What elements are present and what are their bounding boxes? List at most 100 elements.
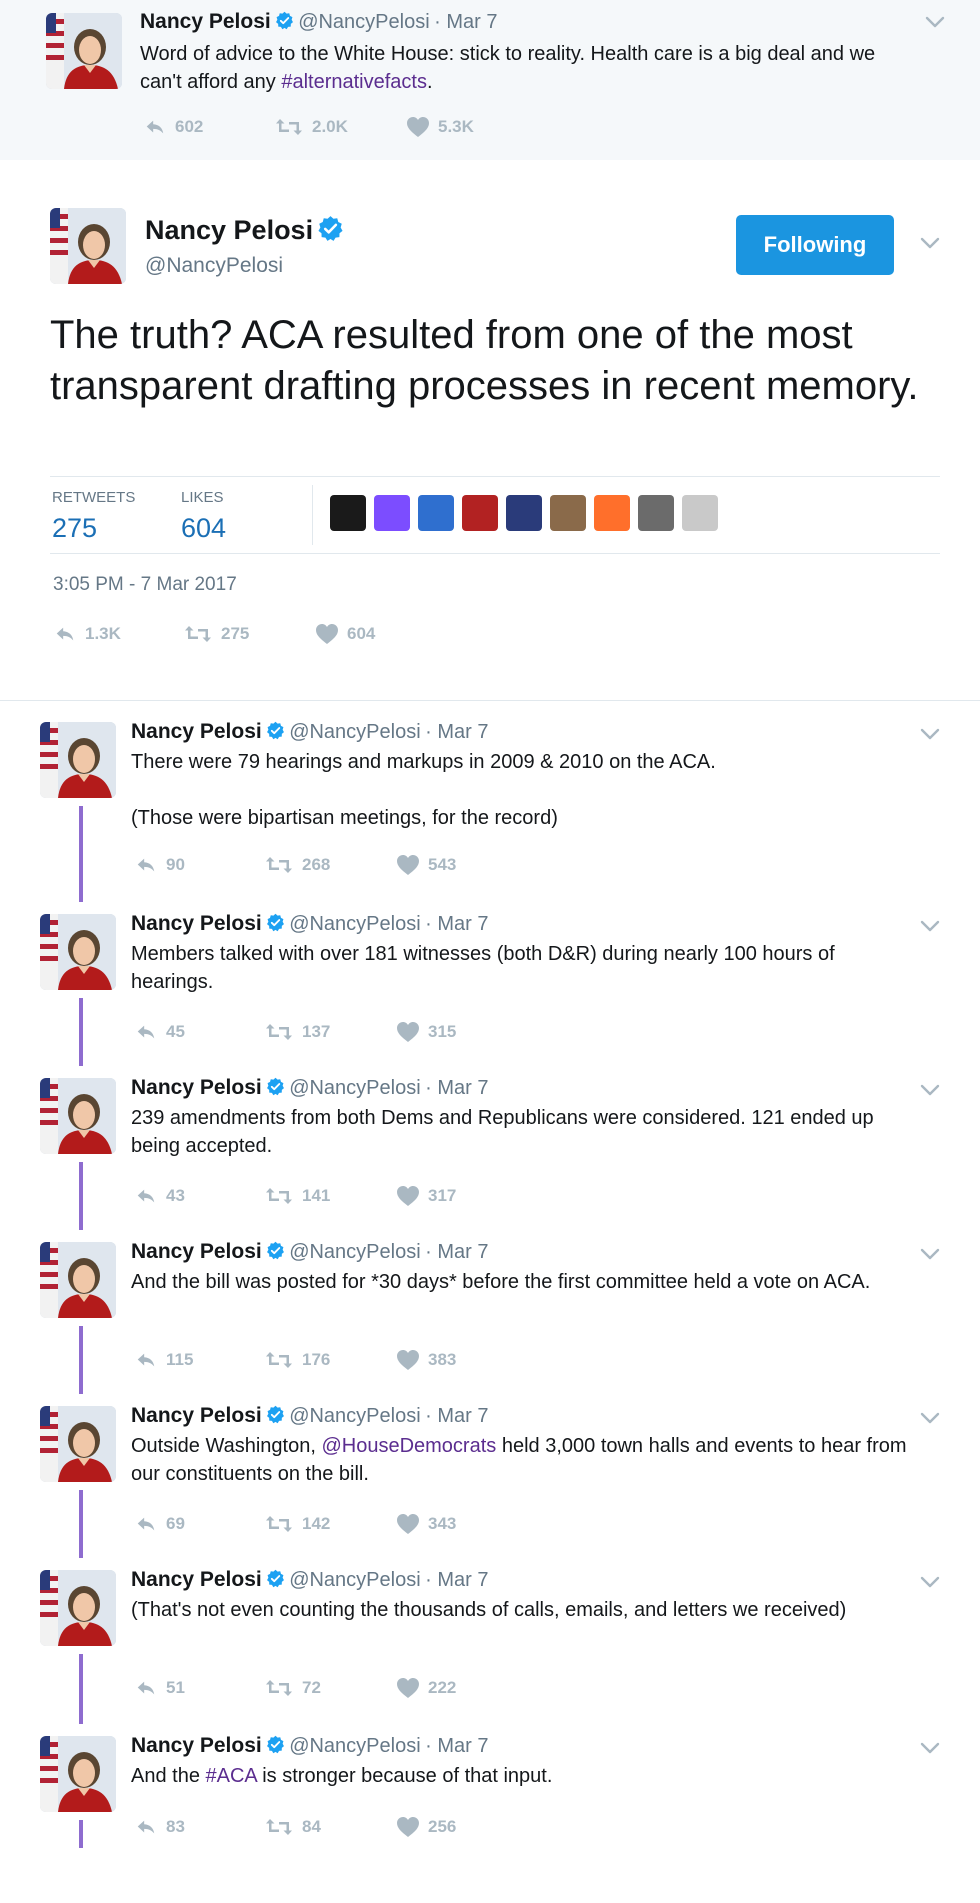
author-handle[interactable]: @NancyPelosi (298, 11, 429, 33)
chevron-down-icon[interactable] (920, 1084, 940, 1096)
author-name[interactable]: Nancy Pelosi (131, 1568, 262, 1591)
chevron-down-icon[interactable] (920, 1742, 940, 1754)
thread-tweet[interactable]: Nancy Pelosi @NancyPelosi · Mar 7 There w… (0, 720, 980, 902)
reply-button[interactable]: 90 (134, 854, 264, 876)
thread-tweet[interactable]: Nancy Pelosi @NancyPelosi · Mar 7 And the… (0, 1734, 980, 1894)
tweet-date[interactable]: · Mar 7 (425, 1405, 488, 1427)
liker-avatar[interactable] (682, 495, 718, 531)
tweet-date[interactable]: · Mar 7 (425, 913, 488, 935)
reply-button[interactable]: 69 (134, 1513, 264, 1535)
author-handle[interactable]: @NancyPelosi (289, 1735, 420, 1757)
tweet-date[interactable]: · Mar 7 (425, 721, 488, 743)
previous-tweet[interactable]: Nancy Pelosi @NancyPelosi · Mar 7 Word o… (0, 0, 980, 161)
author-avatar[interactable] (40, 914, 116, 990)
author-avatar[interactable] (40, 1242, 116, 1318)
like-button[interactable]: 222 (396, 1677, 456, 1699)
tweet-text: Outside Washington, @HouseDemocrats held… (131, 1432, 911, 1488)
retweet-button[interactable]: 84 (264, 1817, 396, 1837)
like-button[interactable]: 543 (396, 854, 456, 876)
thread-tweet[interactable]: Nancy Pelosi @NancyPelosi · Mar 7 (That's… (0, 1568, 980, 1728)
tweet-date[interactable]: · Mar 7 (425, 1569, 488, 1591)
like-button[interactable]: 604 (315, 623, 375, 645)
author-avatar[interactable] (46, 13, 122, 89)
reply-icon (134, 1513, 158, 1535)
retweet-button[interactable]: 2.0K (274, 117, 406, 137)
liker-avatar[interactable] (462, 495, 498, 531)
like-button[interactable]: 383 (396, 1349, 456, 1371)
tweet-date[interactable]: · Mar 7 (425, 1241, 488, 1263)
liker-avatar[interactable] (550, 495, 586, 531)
tweet-date[interactable]: · Mar 7 (425, 1077, 488, 1099)
like-button[interactable]: 256 (396, 1816, 456, 1838)
liker-avatar[interactable] (330, 495, 366, 531)
retweet-button[interactable]: 72 (264, 1678, 396, 1698)
author-avatar[interactable] (40, 1736, 116, 1812)
following-button[interactable]: Following (736, 215, 894, 275)
author-name[interactable]: Nancy Pelosi (131, 912, 262, 935)
author-handle[interactable]: @NancyPelosi (289, 913, 420, 935)
retweet-button[interactable]: 176 (264, 1350, 396, 1370)
reply-button[interactable]: 45 (134, 1021, 264, 1043)
liker-avatar[interactable] (506, 495, 542, 531)
chevron-down-icon[interactable] (920, 1248, 940, 1260)
chevron-down-icon[interactable] (920, 1576, 940, 1588)
retweet-button[interactable]: 137 (264, 1022, 396, 1042)
tweet-date[interactable]: · Mar 7 (425, 1735, 488, 1757)
mention-link[interactable]: @HouseDemocrats (321, 1435, 496, 1457)
liker-avatar[interactable] (594, 495, 630, 531)
like-button[interactable]: 343 (396, 1513, 456, 1535)
reply-button[interactable]: 43 (134, 1185, 264, 1207)
thread-connector-line (79, 1490, 83, 1558)
author-avatar[interactable] (40, 1078, 116, 1154)
chevron-down-icon[interactable] (925, 16, 945, 28)
author-handle[interactable]: @NancyPelosi (289, 1077, 420, 1099)
author-name[interactable]: Nancy Pelosi (131, 720, 262, 743)
author-name[interactable]: Nancy Pelosi (145, 215, 344, 246)
author-avatar[interactable] (40, 722, 116, 798)
author-name[interactable]: Nancy Pelosi (131, 1734, 262, 1757)
author-handle[interactable]: @NancyPelosi (289, 1405, 420, 1427)
like-button[interactable]: 5.3K (406, 116, 474, 138)
thread-tweet[interactable]: Nancy Pelosi @NancyPelosi · Mar 7 Outside… (0, 1404, 980, 1564)
retweet-button[interactable]: 141 (264, 1186, 396, 1206)
reply-button[interactable]: 83 (134, 1816, 264, 1838)
author-name[interactable]: Nancy Pelosi (131, 1404, 262, 1427)
retweet-button[interactable]: 142 (264, 1514, 396, 1534)
author-handle[interactable]: @NancyPelosi (289, 1569, 420, 1591)
author-handle[interactable]: @NancyPelosi (145, 254, 283, 278)
liker-avatar[interactable] (638, 495, 674, 531)
reply-button[interactable]: 602 (143, 116, 274, 138)
chevron-down-icon[interactable] (920, 1412, 940, 1424)
author-avatar[interactable] (40, 1570, 116, 1646)
likes-count[interactable]: 604 (181, 513, 226, 544)
thread-tweet[interactable]: Nancy Pelosi @NancyPelosi · Mar 7 And the… (0, 1240, 980, 1400)
chevron-down-icon[interactable] (920, 920, 940, 932)
reply-button[interactable]: 1.3K (53, 623, 183, 645)
liker-avatar[interactable] (418, 495, 454, 531)
thread-tweet[interactable]: Nancy Pelosi @NancyPelosi · Mar 7 239 ame… (0, 1076, 980, 1236)
tweet-text: And the #ACA is stronger because of that… (131, 1762, 911, 1790)
reply-button[interactable]: 115 (134, 1349, 264, 1371)
tweet-timestamp[interactable]: 3:05 PM - 7 Mar 2017 (53, 574, 237, 596)
author-name[interactable]: Nancy Pelosi (140, 10, 271, 33)
author-handle[interactable]: @NancyPelosi (289, 1241, 420, 1263)
tweet-date[interactable]: · Mar 7 (434, 11, 497, 33)
author-handle[interactable]: @NancyPelosi (289, 721, 420, 743)
author-avatar[interactable] (40, 1406, 116, 1482)
chevron-down-icon[interactable] (920, 237, 940, 249)
liker-avatar[interactable] (374, 495, 410, 531)
chevron-down-icon[interactable] (920, 728, 940, 740)
hashtag-link[interactable]: #ACA (206, 1765, 257, 1787)
thread-tweet[interactable]: Nancy Pelosi @NancyPelosi · Mar 7 Members… (0, 912, 980, 1072)
like-button[interactable]: 317 (396, 1185, 456, 1207)
author-name[interactable]: Nancy Pelosi (131, 1240, 262, 1263)
retweet-button[interactable]: 275 (183, 624, 315, 644)
verified-badge-icon (266, 1405, 285, 1424)
reply-button[interactable]: 51 (134, 1677, 264, 1699)
retweet-button[interactable]: 268 (264, 855, 396, 875)
like-button[interactable]: 315 (396, 1021, 456, 1043)
retweets-count[interactable]: 275 (52, 513, 97, 544)
hashtag-link[interactable]: #alternativefacts (281, 71, 427, 93)
author-avatar[interactable] (50, 208, 126, 284)
author-name[interactable]: Nancy Pelosi (131, 1076, 262, 1099)
